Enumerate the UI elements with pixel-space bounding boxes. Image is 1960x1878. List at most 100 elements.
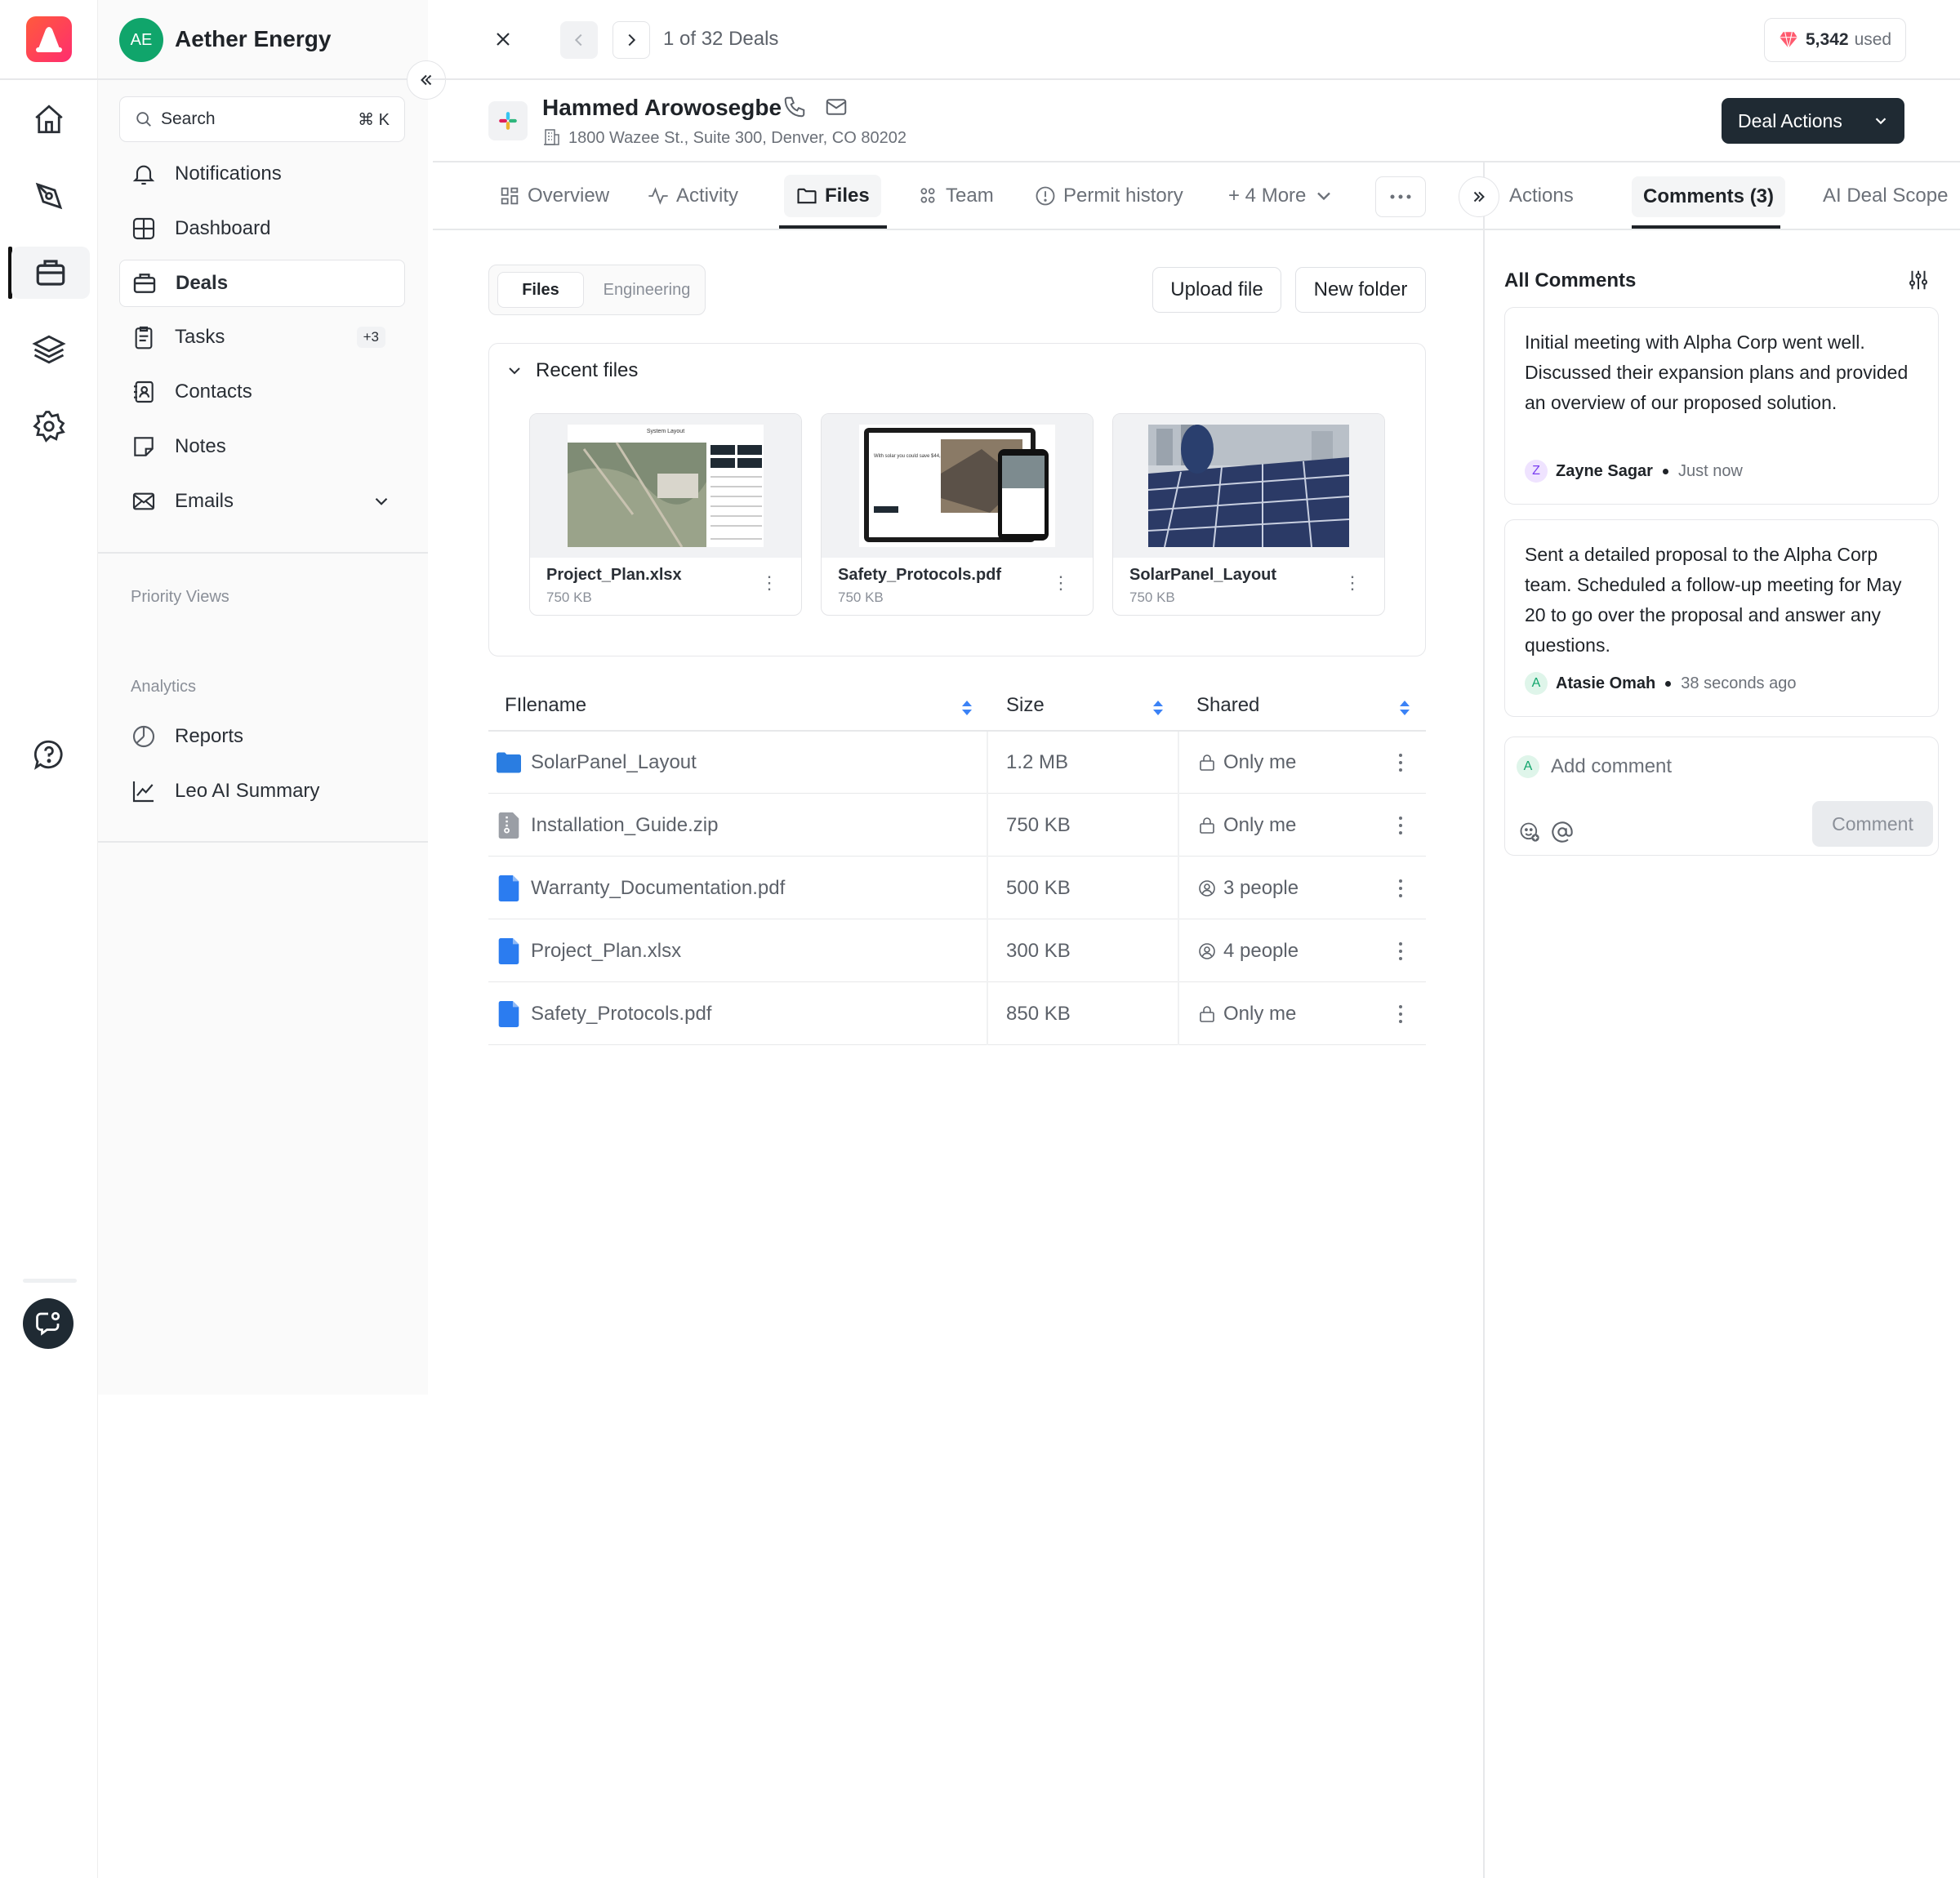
kebab-menu-icon[interactable] (1398, 879, 1403, 898)
tab-overview[interactable]: Overview (498, 168, 609, 224)
mention-at-icon[interactable] (1551, 821, 1574, 843)
close-icon[interactable] (488, 24, 518, 54)
help-chat-icon[interactable] (20, 728, 78, 781)
kebab-menu-icon[interactable]: ⋮ (760, 574, 778, 592)
kebab-menu-icon[interactable]: ⋮ (1052, 574, 1070, 592)
phone-icon[interactable] (782, 95, 807, 119)
tab-files[interactable]: Files (784, 175, 881, 217)
sidebar-item-tasks[interactable]: Tasks +3 (119, 314, 405, 361)
analytics-label: Analytics (131, 678, 197, 696)
table-row[interactable]: Installation_Guide.zip 750 KB Only me (488, 794, 1426, 857)
recent-files-label: Recent files (536, 359, 639, 381)
upload-file-button[interactable]: Upload file (1152, 267, 1281, 313)
column-header-size[interactable]: Size (1006, 694, 1045, 717)
sort-icon[interactable] (1398, 699, 1411, 717)
separator-dot (1665, 680, 1672, 687)
gem-icon (1780, 32, 1797, 48)
double-chevron-left-icon (421, 74, 432, 86)
briefcase-icon[interactable] (11, 247, 90, 299)
workspace-avatar[interactable]: AE (119, 18, 163, 62)
recent-file-card[interactable]: System Layout Project_Plan.xlsx 750 KB ⋮ (529, 413, 802, 616)
table-row[interactable]: SolarPanel_Layout 1.2 MB Only me (488, 732, 1426, 794)
comment-meta: Z Zayne Sagar Just now (1525, 460, 1743, 483)
kebab-menu-icon[interactable] (1398, 1004, 1403, 1024)
kebab-menu-icon[interactable] (1398, 941, 1403, 961)
recent-file-card[interactable]: SolarPanel_Layout 750 KB ⋮ (1112, 413, 1385, 616)
sidebar-item-contacts[interactable]: Contacts (119, 368, 405, 416)
email-icon[interactable] (824, 95, 849, 119)
comment-time: 38 seconds ago (1681, 674, 1797, 692)
lock-icon (1200, 817, 1214, 834)
kebab-menu-icon[interactable] (1398, 753, 1403, 772)
more-options-button[interactable] (1375, 176, 1426, 217)
home-icon[interactable] (20, 93, 78, 145)
support-chat-icon[interactable] (23, 1298, 74, 1349)
tab-team[interactable]: Team (916, 168, 994, 224)
layers-icon[interactable] (20, 323, 78, 376)
chevron-down-icon (1875, 118, 1886, 125)
sidebar-item-dashboard[interactable]: Dashboard (119, 205, 405, 252)
tab-ai-deal-scope[interactable]: AI Deal Scope (1823, 168, 1948, 224)
search-input[interactable]: Search ⌘ K (119, 96, 405, 142)
settings-gear-icon[interactable] (20, 400, 78, 452)
sidebar-item-label: Leo AI Summary (175, 780, 320, 802)
comment-author[interactable]: Zayne Sagar (1556, 462, 1653, 481)
sidebar-item-deals[interactable]: Deals (119, 260, 405, 307)
sidebar-item-notes[interactable]: Notes (119, 423, 405, 470)
sidebar-item-reports[interactable]: Reports (119, 713, 405, 760)
document-icon (498, 920, 519, 982)
sort-icon[interactable] (960, 699, 973, 717)
file-name[interactable]: Installation_Guide.zip (531, 794, 718, 857)
sidebar-item-notifications[interactable]: Notifications (119, 150, 405, 198)
deal-address: 1800 Wazee St., Suite 300, Denver, CO 80… (568, 129, 906, 147)
recent-files-toggle[interactable]: Recent files (505, 359, 638, 382)
column-header-filename[interactable]: FIlename (505, 694, 586, 717)
tab-actions[interactable]: Actions (1509, 168, 1574, 224)
comment-author[interactable]: Atasie Omah (1556, 674, 1655, 693)
pen-tool-icon[interactable] (20, 170, 78, 222)
file-name[interactable]: Warranty_Documentation.pdf (531, 857, 785, 919)
recent-file-card[interactable]: With solar you could save $44,400 Safety… (821, 413, 1094, 616)
tab-activity[interactable]: Activity (647, 168, 738, 224)
prev-deal-button[interactable] (560, 21, 598, 59)
comment-input[interactable]: Add comment (1551, 755, 1672, 778)
emoji-add-icon[interactable] (1518, 821, 1541, 843)
search-shortcut: ⌘ K (358, 110, 390, 129)
sidebar: AE Aether Energy Search ⌘ K Notification… (98, 0, 428, 1395)
tab-permit-history[interactable]: Permit history (1034, 168, 1183, 224)
sidebar-item-emails[interactable]: Emails (119, 478, 405, 525)
layout-grid-icon (501, 187, 519, 205)
app-logo[interactable] (26, 16, 72, 62)
new-folder-button[interactable]: New folder (1295, 267, 1426, 313)
thumbnail-caption: System Layout (647, 429, 684, 434)
column-header-shared[interactable]: Shared (1196, 694, 1259, 717)
table-row[interactable]: Warranty_Documentation.pdf 500 KB 3 peop… (488, 857, 1426, 919)
file-name[interactable]: SolarPanel_Layout (531, 732, 697, 794)
subtab-engineering[interactable]: Engineering (594, 272, 700, 308)
file-name[interactable]: Safety_Protocols.pdf (531, 983, 711, 1045)
next-deal-button[interactable] (612, 21, 650, 59)
file-name[interactable]: Project_Plan.xlsx (531, 920, 681, 982)
comment-text: Initial meeting with Alpha Corp went wel… (1525, 332, 1909, 413)
tab-more[interactable]: + 4 More (1228, 168, 1335, 224)
workspace-name[interactable]: Aether Energy (175, 26, 331, 52)
sidebar-item-label: Notes (175, 435, 226, 457)
kebab-menu-icon[interactable] (1398, 816, 1403, 835)
expand-panel-button[interactable] (1459, 176, 1499, 217)
tab-label: Actions (1509, 185, 1574, 207)
chevron-down-icon (1317, 192, 1331, 201)
subtab-files[interactable]: Files (497, 272, 584, 308)
chevron-down-icon[interactable] (371, 491, 392, 512)
shared-status: Only me (1197, 983, 1296, 1045)
credits-badge[interactable]: 5,342 used (1764, 18, 1906, 62)
sort-icon[interactable] (1152, 699, 1165, 717)
comment-submit-button[interactable]: Comment (1812, 801, 1933, 847)
table-row[interactable]: Safety_Protocols.pdf 850 KB Only me (488, 983, 1426, 1045)
tab-comments[interactable]: Comments (3) (1632, 176, 1786, 217)
deal-actions-button[interactable]: Deal Actions (1722, 98, 1904, 144)
collapse-sidebar-button[interactable] (407, 60, 446, 100)
filter-sliders-icon[interactable] (1906, 268, 1931, 292)
sidebar-item-leo-ai-summary[interactable]: Leo AI Summary (119, 768, 405, 815)
table-row[interactable]: Project_Plan.xlsx 300 KB 4 people (488, 920, 1426, 982)
kebab-menu-icon[interactable]: ⋮ (1343, 574, 1361, 592)
